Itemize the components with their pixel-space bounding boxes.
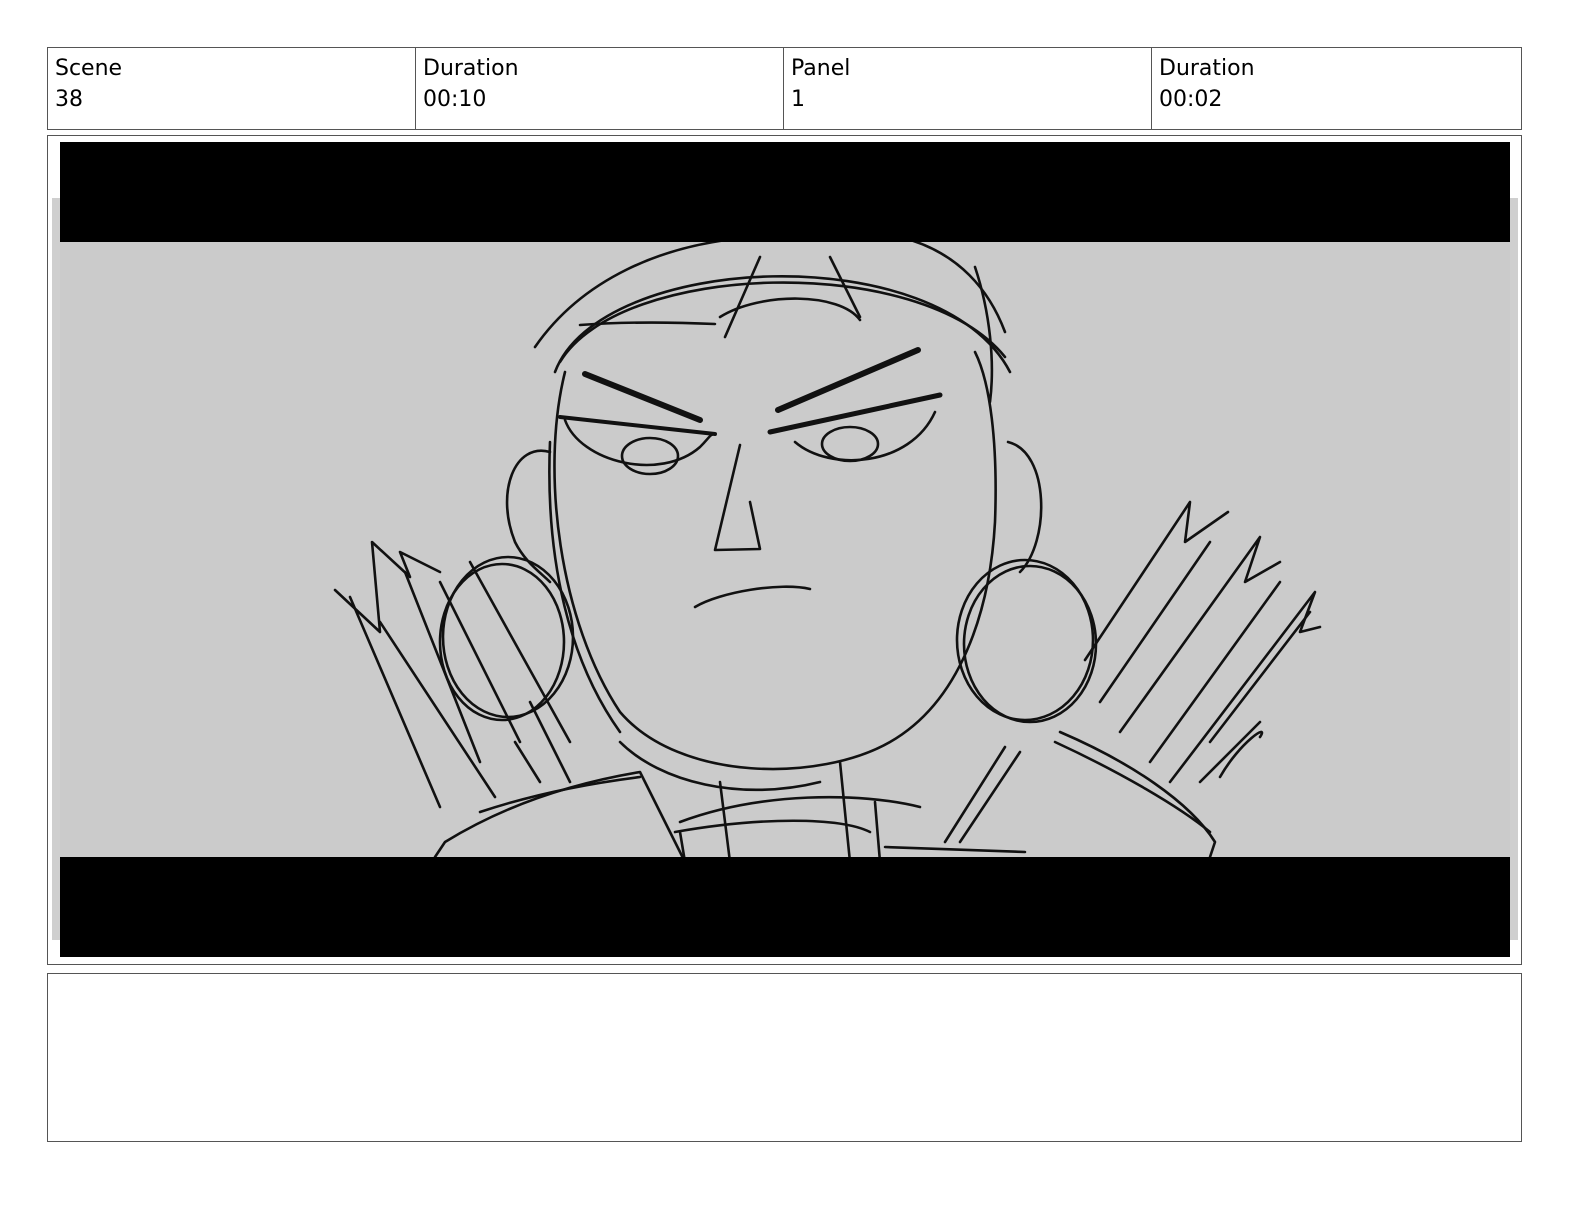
panel-value: 1 bbox=[791, 87, 805, 112]
letterbox-bottom bbox=[60, 857, 1510, 957]
panel-duration-label: Duration bbox=[1159, 56, 1255, 81]
panel-duration-value: 00:02 bbox=[1159, 87, 1223, 112]
scene-duration-label: Duration bbox=[423, 56, 519, 81]
scene-duration-cell: Duration 00:10 bbox=[416, 48, 784, 129]
scene-cell: Scene 38 bbox=[48, 48, 416, 129]
storyboard-frame bbox=[47, 135, 1522, 965]
panel-duration-cell: Duration 00:02 bbox=[1152, 48, 1521, 129]
panel-label: Panel bbox=[791, 56, 851, 81]
panel-notes-box bbox=[47, 973, 1522, 1142]
letterbox-top bbox=[60, 142, 1510, 242]
scene-label: Scene bbox=[55, 56, 123, 81]
storyboard-sketch bbox=[60, 142, 1510, 957]
scene-duration-value: 00:10 bbox=[423, 87, 487, 112]
panel-info-header: Scene 38 Duration 00:10 Panel 1 Duration… bbox=[47, 47, 1522, 130]
sketch-background bbox=[60, 142, 1510, 957]
scene-value: 38 bbox=[55, 87, 83, 112]
panel-cell: Panel 1 bbox=[784, 48, 1152, 129]
